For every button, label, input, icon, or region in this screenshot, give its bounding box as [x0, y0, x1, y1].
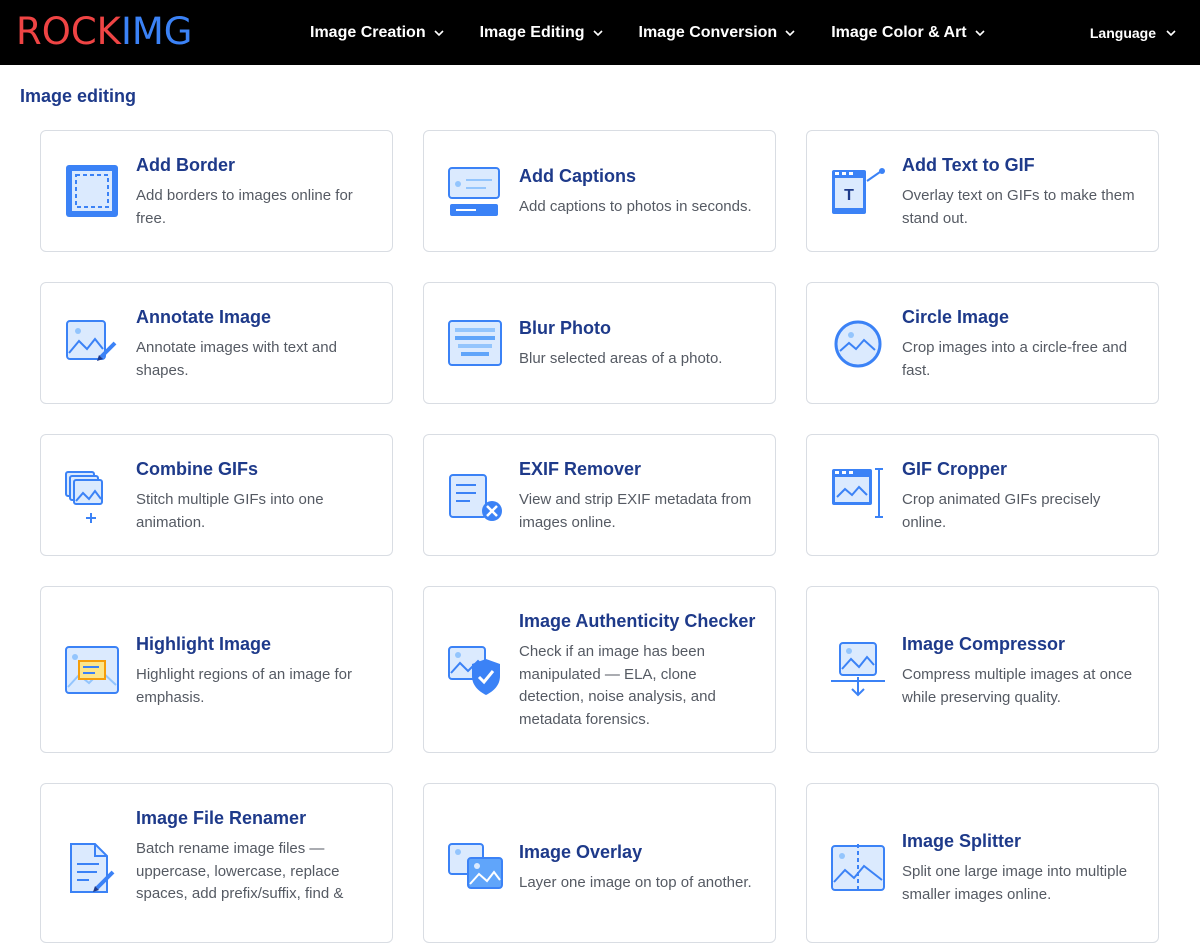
tool-description: Add borders to images online for free.	[136, 187, 353, 227]
language-label: Language	[1089, 24, 1156, 41]
chevron-down-icon	[434, 29, 444, 36]
tool-card-add-border[interactable]: Add Border Add borders to images online …	[40, 130, 393, 252]
tool-description: Highlight regions of an image for emphas…	[136, 666, 352, 706]
tool-title: Add Border	[136, 155, 235, 175]
shield-check-icon	[446, 643, 504, 701]
svg-text:T: T	[844, 187, 854, 204]
tool-card-image-compressor[interactable]: Image Compressor Compress multiple image…	[806, 586, 1159, 753]
tool-card-circle-image[interactable]: Circle Image Crop images into a circle-f…	[806, 282, 1159, 404]
tool-card-add-text-to-gif[interactable]: T Add Text to GIF Overlay text on GIFs t…	[806, 130, 1159, 252]
tool-description: Layer one image on top of another.	[519, 874, 752, 891]
tool-card-image-overlay[interactable]: Image Overlay Layer one image on top of …	[423, 783, 776, 943]
tool-description: Add captions to photos in seconds.	[519, 198, 752, 215]
tool-description: Stitch multiple GIFs into one animation.	[136, 491, 324, 531]
tool-title: Image Overlay	[519, 842, 643, 862]
tool-description: Crop images into a circle-free and fast.	[902, 339, 1128, 379]
file-rename-icon	[63, 840, 121, 898]
nav-label: Image Editing	[479, 23, 585, 41]
tool-card-blur-photo[interactable]: Blur Photo Blur selected areas of a phot…	[423, 282, 776, 404]
annotate-icon	[63, 313, 121, 371]
nav-image-color-art[interactable]: Image Color & Art	[831, 23, 985, 42]
chevron-down-icon	[785, 29, 795, 36]
tool-card-exif-remover[interactable]: EXIF Remover View and strip EXIF metadat…	[423, 434, 776, 556]
nav-image-editing[interactable]: Image Editing	[480, 24, 603, 42]
tool-description: Check if an image has been manipulated —…	[519, 643, 716, 728]
gif-text-icon: T	[829, 164, 887, 222]
blur-icon	[446, 315, 504, 373]
tool-description: Crop animated GIFs precisely online.	[902, 491, 1101, 531]
tool-description: Split one large image into multiple smal…	[902, 863, 1128, 903]
tool-title: EXIF Remover	[519, 459, 642, 479]
border-frame-icon	[63, 162, 121, 220]
tool-title: Blur Photo	[519, 318, 611, 338]
caption-icon	[446, 164, 504, 222]
top-navigation-bar: ROCKIMG Image Creation Image Editing Ima…	[0, 0, 1200, 65]
tool-card-gif-cropper[interactable]: GIF Cropper Crop animated GIFs precisely…	[806, 434, 1159, 556]
tool-title: Combine GIFs	[136, 459, 259, 479]
tool-card-image-splitter[interactable]: Image Splitter Split one large image int…	[806, 783, 1159, 943]
compress-icon	[829, 639, 887, 697]
tool-title: GIF Cropper	[902, 459, 1008, 479]
splitter-icon	[829, 840, 887, 898]
tool-title: Highlight Image	[136, 634, 271, 654]
tool-title: Image Compressor	[902, 634, 1066, 654]
tool-card-annotate-image[interactable]: Annotate Image Annotate images with text…	[40, 282, 393, 404]
site-logo[interactable]: ROCKIMG	[16, 9, 192, 55]
tool-card-highlight-image[interactable]: Highlight Image Highlight regions of an …	[40, 586, 393, 753]
tool-title: Add Captions	[519, 166, 636, 186]
overlay-icon	[446, 840, 504, 898]
nav-label: Image Creation	[310, 23, 426, 41]
tool-description: Batch rename image files — uppercase, lo…	[136, 840, 344, 902]
gif-crop-icon	[829, 463, 887, 521]
tool-title: Circle Image	[902, 307, 1010, 327]
tool-description: Annotate images with text and shapes.	[136, 339, 337, 379]
nav-label: Image Conversion	[638, 23, 778, 41]
tool-card-image-authenticity-checker[interactable]: Image Authenticity Checker Check if an i…	[423, 586, 776, 753]
main-nav: Image Creation Image Editing Image Conve…	[310, 0, 1021, 65]
exif-remove-icon	[446, 469, 504, 527]
tool-card-image-file-renamer[interactable]: Image File Renamer Batch rename image fi…	[40, 783, 393, 943]
highlight-icon	[63, 643, 121, 701]
nav-image-conversion[interactable]: Image Conversion	[639, 24, 796, 42]
tool-description: Overlay text on GIFs to make them stand …	[902, 187, 1135, 227]
tool-card-combine-gifs[interactable]: Combine GIFs Stitch multiple GIFs into o…	[40, 434, 393, 556]
tool-title: Annotate Image	[136, 307, 272, 327]
tool-title: Add Text to GIF	[902, 155, 1035, 175]
combine-gifs-icon	[63, 469, 121, 527]
tool-card-add-captions[interactable]: Add Captions Add captions to photos in s…	[423, 130, 776, 252]
nav-label: Image Color & Art	[831, 23, 967, 41]
nav-image-creation[interactable]: Image Creation	[310, 24, 444, 42]
chevron-down-icon	[592, 29, 603, 36]
tool-description: Compress multiple images at once while p…	[902, 666, 1133, 706]
chevron-down-icon	[1166, 29, 1176, 36]
circle-image-icon	[829, 315, 887, 373]
tool-title: Image Authenticity Checker	[519, 611, 756, 631]
section-title: Image editing	[20, 86, 137, 106]
tool-title: Image Splitter	[902, 831, 1022, 851]
tool-description: Blur selected areas of a photo.	[519, 350, 723, 367]
language-selector[interactable]: Language	[1090, 0, 1176, 65]
tool-description: View and strip EXIF metadata from images…	[519, 491, 752, 531]
chevron-down-icon	[975, 29, 985, 36]
tool-title: Image File Renamer	[136, 808, 307, 828]
